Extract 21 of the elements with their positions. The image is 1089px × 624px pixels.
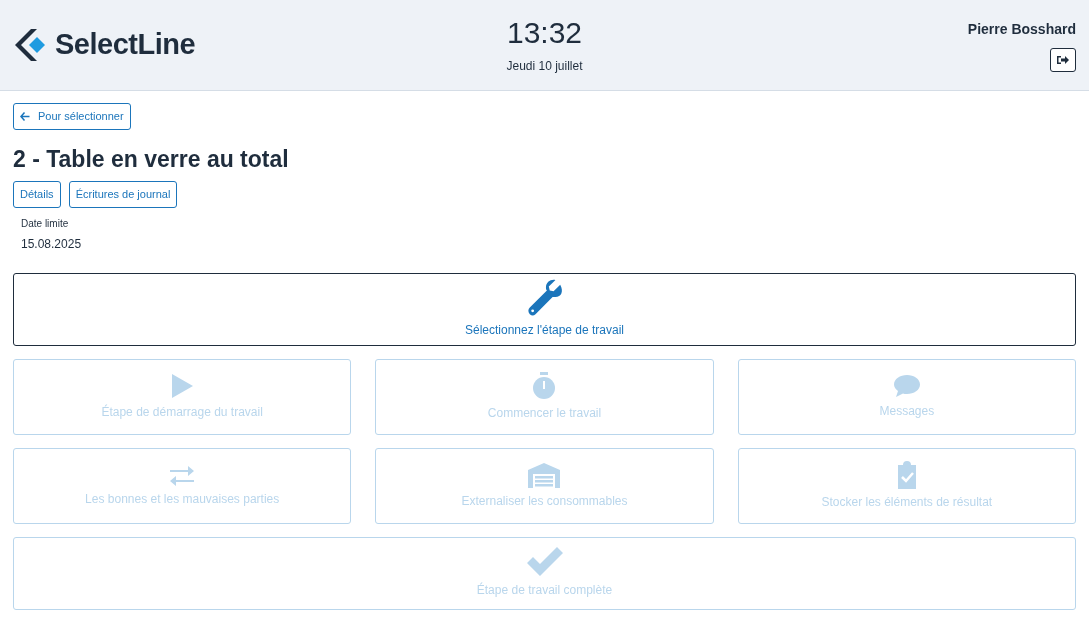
clock-time: 13:32 [506,15,583,49]
arrow-left-icon [20,111,30,121]
logo-icon [13,27,47,63]
date-text: Jeudi 10 juillet [506,57,583,75]
play-icon [170,372,195,399]
clipboard-check-icon [895,460,918,489]
action-button[interactable]: Sélectionnez l'étape de travail [13,272,1076,346]
warehouse-icon [527,461,562,488]
swap-arrows-icon [168,463,197,486]
back-button[interactable]: Pour sélectionner [13,103,131,130]
logout-button[interactable] [1050,47,1076,72]
tab-button[interactable]: Écritures de journal [68,181,178,208]
speech-bubble-icon [892,373,921,398]
user-name: Pierre Bosshard [967,19,1076,39]
field-label: Date limite [21,216,70,231]
logo-text: SelectLine [55,27,196,63]
field-value: 15.08.2025 [21,235,83,253]
logout-icon [1057,54,1069,65]
tab-button[interactable]: Détails [13,181,61,208]
page-title: 2 - Table en verre au total [13,145,290,174]
stopwatch-icon [532,371,557,400]
